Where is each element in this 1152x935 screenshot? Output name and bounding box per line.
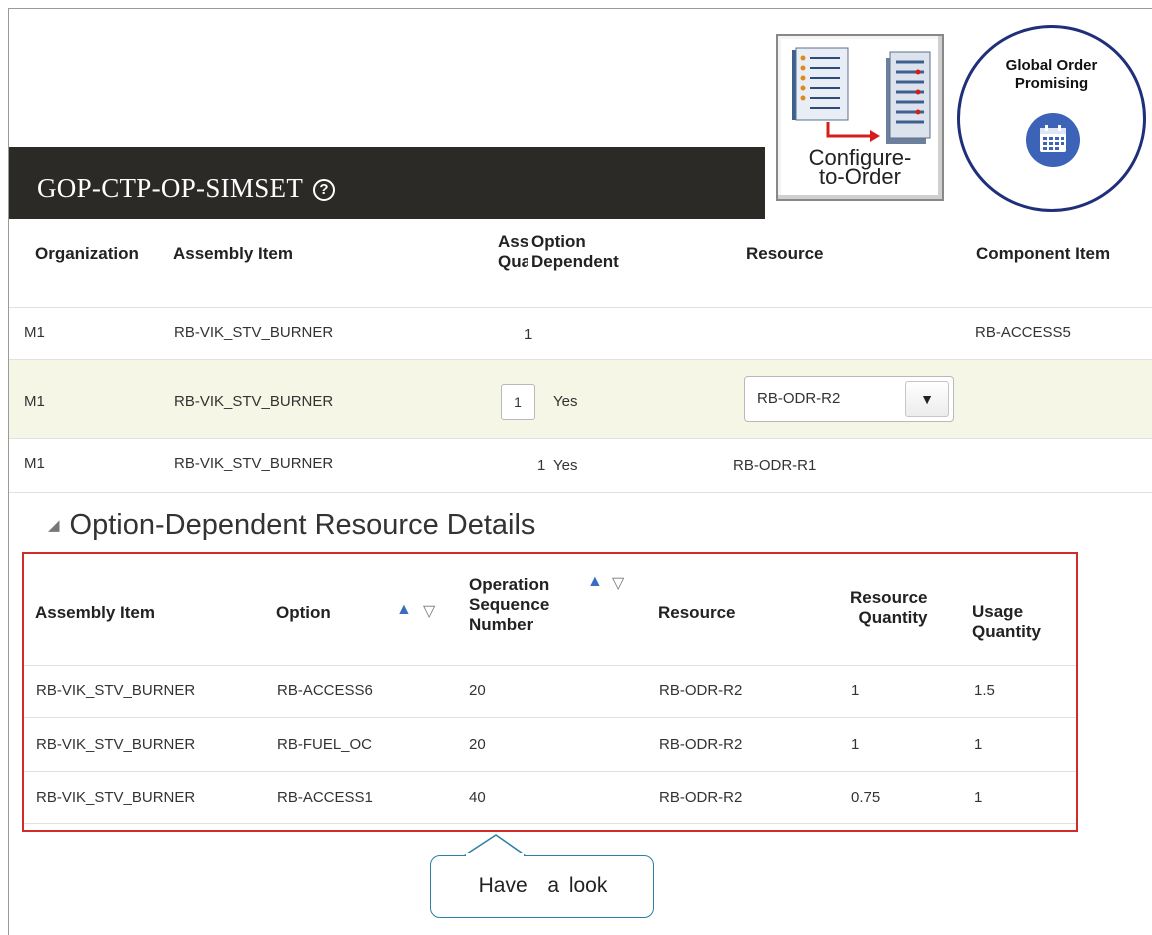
cell-option-dependent: Yes: [553, 393, 578, 410]
assembly-qty-input[interactable]: 1: [501, 384, 535, 420]
col-header-assembly-item[interactable]: Assembly Item: [173, 244, 293, 264]
cell-op-seq: 20: [469, 736, 486, 753]
col-header-usage-quantity-line2: Quantity: [972, 622, 1041, 641]
cell-resource-qty: 1: [851, 736, 860, 753]
cell-op-seq: 20: [469, 682, 486, 699]
global-order-promising-label: Global Order Promising: [1005, 57, 1098, 92]
cell-qty: 1: [524, 326, 533, 343]
cell-organization: M1: [24, 324, 45, 341]
global-order-promising-badge: Global Order Promising: [957, 25, 1146, 212]
col-header-operation-line1: Operation: [469, 575, 550, 594]
cell-option: RB-ACCESS1: [277, 789, 373, 806]
col-header-assembly-qty-line2: Qua: [498, 252, 528, 271]
callout-joint: [466, 853, 524, 857]
cell-resource-qty: 0.75: [851, 789, 881, 806]
table-divider: [9, 307, 1152, 308]
resource-select[interactable]: RB-ODR-R2 ▼: [744, 376, 954, 422]
sort-ascending-icon[interactable]: ▲: [587, 573, 603, 591]
col-header-component-item[interactable]: Component Item: [976, 244, 1110, 264]
help-icon[interactable]: ?: [313, 179, 336, 201]
configure-to-order-label: Configure- to-Order: [808, 145, 912, 189]
col-header-resource-quantity-line2: Quantity: [858, 608, 928, 627]
cell-component-item: RB-ACCESS5: [975, 324, 1071, 341]
col-header-option-dependent-line1: Option: [531, 232, 586, 251]
calendar-icon: [1026, 113, 1080, 167]
cell-resource: RB-ODR-R2: [659, 736, 743, 753]
col-header-usage-quantity-line1: Usage: [972, 602, 1024, 621]
cell-assembly-item: RB-VIK_STV_BURNER: [174, 455, 334, 472]
table-divider: [9, 492, 1152, 493]
cell-usage-qty: 1.5: [974, 682, 995, 699]
cell-option: RB-FUEL_OC: [277, 736, 373, 753]
cell-organization: M1: [24, 393, 45, 410]
col-header-organization[interactable]: Organization: [35, 244, 139, 264]
cell-assembly-item: RB-VIK_STV_BURNER: [36, 736, 196, 753]
col-header-option-dependent-line2: Dependent: [531, 252, 619, 271]
table-divider: [24, 771, 1076, 772]
resource-select-value: RB-ODR-R2: [757, 390, 841, 407]
cell-resource: RB-ODR-R2: [659, 682, 743, 699]
cell-resource-qty: 1: [851, 682, 860, 699]
frame-top-border: [8, 8, 1152, 9]
table-divider: [24, 823, 1076, 824]
page-title: GOP-CTP-OP-SIMSET?: [37, 173, 336, 204]
cell-qty: 1: [537, 457, 546, 474]
cell-usage-qty: 1: [974, 789, 983, 806]
table-divider: [24, 665, 1076, 666]
callout-text: Have a look: [478, 874, 608, 897]
sort-descending-icon[interactable]: ▽: [612, 573, 624, 593]
configure-to-order-badge: Configure- to-Order: [776, 34, 944, 201]
sort-descending-icon[interactable]: ▽: [423, 601, 435, 621]
sort-ascending-icon[interactable]: ▲: [396, 601, 412, 619]
col-header-operation-sequence[interactable]: Operation Sequence Number: [469, 575, 549, 635]
table-divider: [9, 438, 1152, 439]
configure-to-order-icon: [792, 47, 931, 144]
cell-option-dependent: Yes: [553, 457, 578, 474]
col-header-usage-quantity[interactable]: Usage Quantity: [972, 602, 1041, 642]
cell-usage-qty: 1: [974, 736, 983, 753]
table-divider: [24, 717, 1076, 718]
page-title-text: GOP-CTP-OP-SIMSET: [37, 173, 304, 203]
col-header-operation-line3: Number: [469, 615, 534, 634]
col-header-resource-quantity-line1: Resource: [850, 588, 928, 607]
dropdown-arrow-icon[interactable]: ▼: [905, 381, 949, 417]
col-header-resource-quantity[interactable]: Resource Quantity: [850, 588, 927, 628]
page-title-bar: GOP-CTP-OP-SIMSET?: [9, 147, 765, 219]
col-header-resource[interactable]: Resource: [658, 603, 735, 623]
cell-resource: RB-ODR-R1: [733, 457, 817, 474]
cell-assembly-item: RB-VIK_STV_BURNER: [36, 789, 196, 806]
col-header-option-dependent[interactable]: Option Dependent: [531, 232, 619, 272]
col-header-operation-line2: Sequence: [469, 595, 550, 614]
section-header[interactable]: ◢ Option-Dependent Resource Details: [48, 509, 535, 542]
cell-assembly-item: RB-VIK_STV_BURNER: [174, 393, 334, 410]
cell-assembly-item: RB-VIK_STV_BURNER: [174, 324, 334, 341]
cell-op-seq: 40: [469, 789, 486, 806]
cell-resource: RB-ODR-R2: [659, 789, 743, 806]
section-title: Option-Dependent Resource Details: [69, 509, 536, 541]
col-header-option[interactable]: Option: [276, 603, 331, 623]
cell-organization: M1: [24, 455, 45, 472]
cell-option: RB-ACCESS6: [277, 682, 373, 699]
col-header-assembly-item[interactable]: Assembly Item: [35, 603, 155, 623]
cell-assembly-item: RB-VIK_STV_BURNER: [36, 682, 196, 699]
col-header-assembly-qty-line1: Ass: [498, 232, 528, 251]
col-header-resource[interactable]: Resource: [746, 244, 823, 264]
callout-bubble: Have a look: [430, 855, 654, 918]
col-header-assembly-qty[interactable]: Ass Qua: [498, 232, 528, 272]
collapse-triangle-icon[interactable]: ◢: [48, 516, 60, 534]
